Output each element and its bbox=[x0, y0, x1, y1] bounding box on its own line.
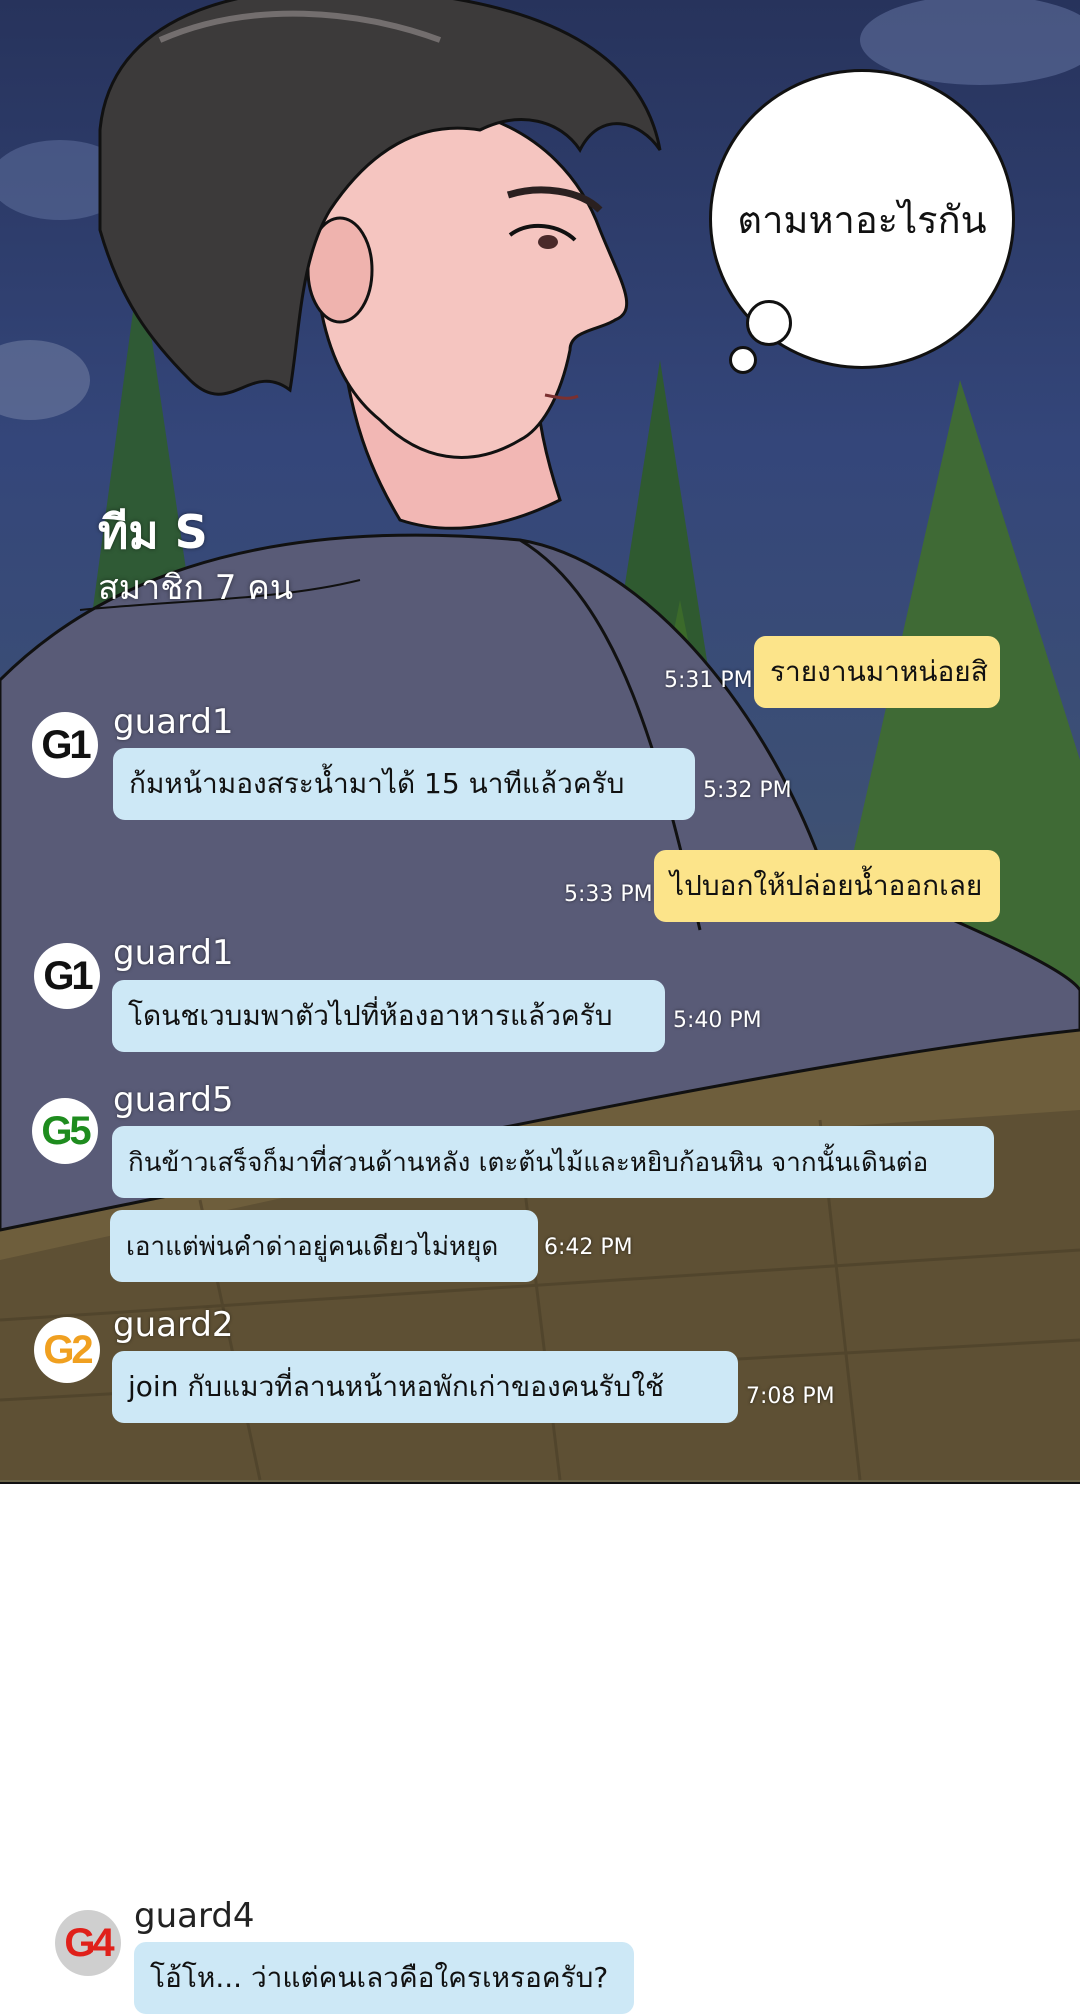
message-time: 5:40 PM bbox=[673, 1008, 762, 1033]
avatar-guard1[interactable]: G1 bbox=[34, 943, 100, 1009]
their-message-bubble[interactable]: โอ้โห... ว่าแต่คนเลวคือใครเหรอครับ? bbox=[134, 1942, 634, 2014]
avatar-guard5[interactable]: G5 bbox=[32, 1098, 98, 1164]
my-message-bubble[interactable]: รายงานมาหน่อยสิ bbox=[754, 636, 1000, 708]
their-message-bubble[interactable]: join กับแมวที่ลานหน้าหอพักเก่าของคนรับใช… bbox=[112, 1351, 738, 1423]
thought-bubble-tail-large bbox=[746, 300, 792, 346]
message-time: 5:33 PM bbox=[564, 882, 653, 907]
sender-name: guard4 bbox=[134, 1896, 255, 1936]
my-message-bubble[interactable]: ไปบอกให้ปล่อยน้ำออกเลย bbox=[654, 850, 1000, 922]
message-time: 5:31 PM bbox=[664, 668, 753, 693]
group-name: ทีม S bbox=[98, 505, 208, 559]
sender-name: guard1 bbox=[113, 933, 234, 973]
avatar-guard2[interactable]: G2 bbox=[34, 1317, 100, 1383]
thought-text: ตามหาอะไรกัน bbox=[737, 197, 987, 242]
sender-name: guard1 bbox=[113, 702, 234, 742]
their-message-bubble[interactable]: เอาแต่พ่นคำด่าอยู่คนเดียวไม่หยุด bbox=[110, 1210, 538, 1282]
thought-bubble-tail-small bbox=[729, 346, 757, 374]
their-message-bubble[interactable]: กินข้าวเสร็จก็มาที่สวนด้านหลัง เตะต้นไม้… bbox=[112, 1126, 994, 1198]
avatar-guard4[interactable]: G4 bbox=[55, 1910, 121, 1976]
message-time: 7:08 PM bbox=[746, 1384, 835, 1409]
their-message-bubble[interactable]: โดนชเวบมพาตัวไปที่ห้องอาหารแล้วครับ bbox=[112, 980, 665, 1052]
comic-panel: ตามหาอะไรกัน ทีม S สมาชิก 7 คน 5:31 PM ร… bbox=[0, 0, 1080, 1484]
sender-name: guard5 bbox=[113, 1080, 234, 1120]
message-time: 5:32 PM bbox=[703, 778, 792, 803]
their-message-bubble[interactable]: ก้มหน้ามองสระน้ำมาได้ 15 นาทีแล้วครับ bbox=[113, 748, 695, 820]
sender-name: guard2 bbox=[113, 1305, 234, 1345]
message-time: 6:42 PM bbox=[544, 1235, 633, 1260]
member-count: สมาชิก 7 คน bbox=[98, 568, 294, 608]
avatar-guard1[interactable]: G1 bbox=[32, 712, 98, 778]
